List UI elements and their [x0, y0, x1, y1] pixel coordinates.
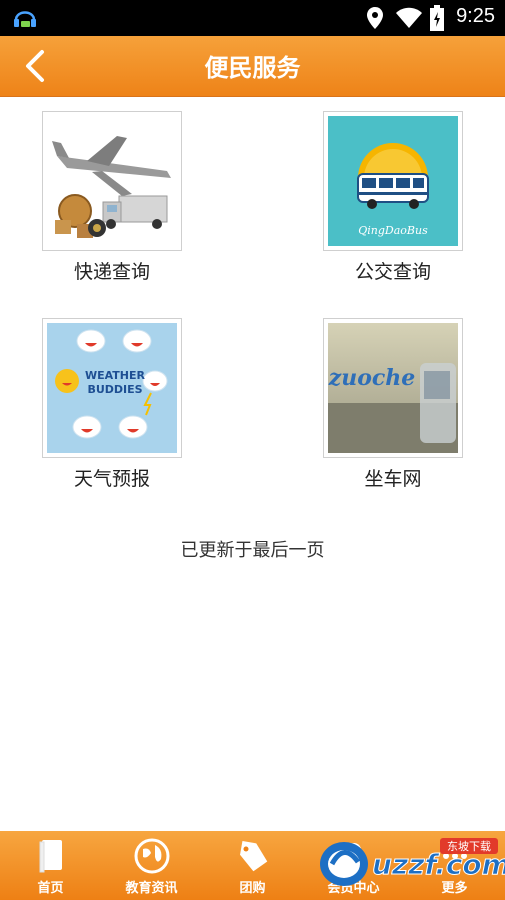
tab-label: 团购 [239, 881, 266, 896]
tab-home[interactable]: 首页 [0, 831, 101, 900]
tab-label: 教育资讯 [125, 881, 178, 896]
status-time: 9:25 [456, 5, 495, 27]
tab-group-buy[interactable]: 团购 [202, 831, 303, 900]
book-icon [39, 840, 62, 873]
weather-image-text-1: WEATHER [85, 369, 146, 382]
weather-buddies-image: WEATHER BUDDIES [42, 318, 182, 458]
bus-image: QingDaoBus [323, 111, 463, 251]
airplane-truck-image [42, 111, 182, 251]
status-bar: 9:25 [0, 0, 505, 36]
uzzf-watermark-logo: uzzf.com 东坡下载 [320, 838, 505, 886]
headset-icon [14, 11, 36, 27]
tile-label: 快递查询 [73, 261, 150, 283]
watermark-tag-text: 东坡下载 [447, 840, 491, 853]
wifi-icon [396, 7, 422, 28]
location-icon [367, 7, 383, 29]
tab-education-news[interactable]: 教育资讯 [101, 831, 202, 900]
battery-icon [430, 5, 444, 31]
tab-label: 首页 [37, 881, 64, 896]
sale-tag-icon [240, 840, 268, 872]
weather-image-text-2: BUDDIES [87, 383, 142, 396]
tile-label: 天气预报 [73, 468, 150, 490]
tile-label: 坐车网 [364, 468, 422, 490]
app-bar: 便民服务 [0, 36, 505, 97]
zuoche-image-text: zuoche [328, 365, 415, 391]
load-status-text: 已更新于最后一页 [180, 540, 325, 561]
page-title: 便民服务 [204, 54, 301, 82]
zuoche-image: zuoche [323, 318, 463, 458]
bus-image-text: QingDaoBus [358, 224, 428, 237]
tile-label: 公交查询 [354, 261, 431, 283]
globe-icon [134, 838, 170, 874]
